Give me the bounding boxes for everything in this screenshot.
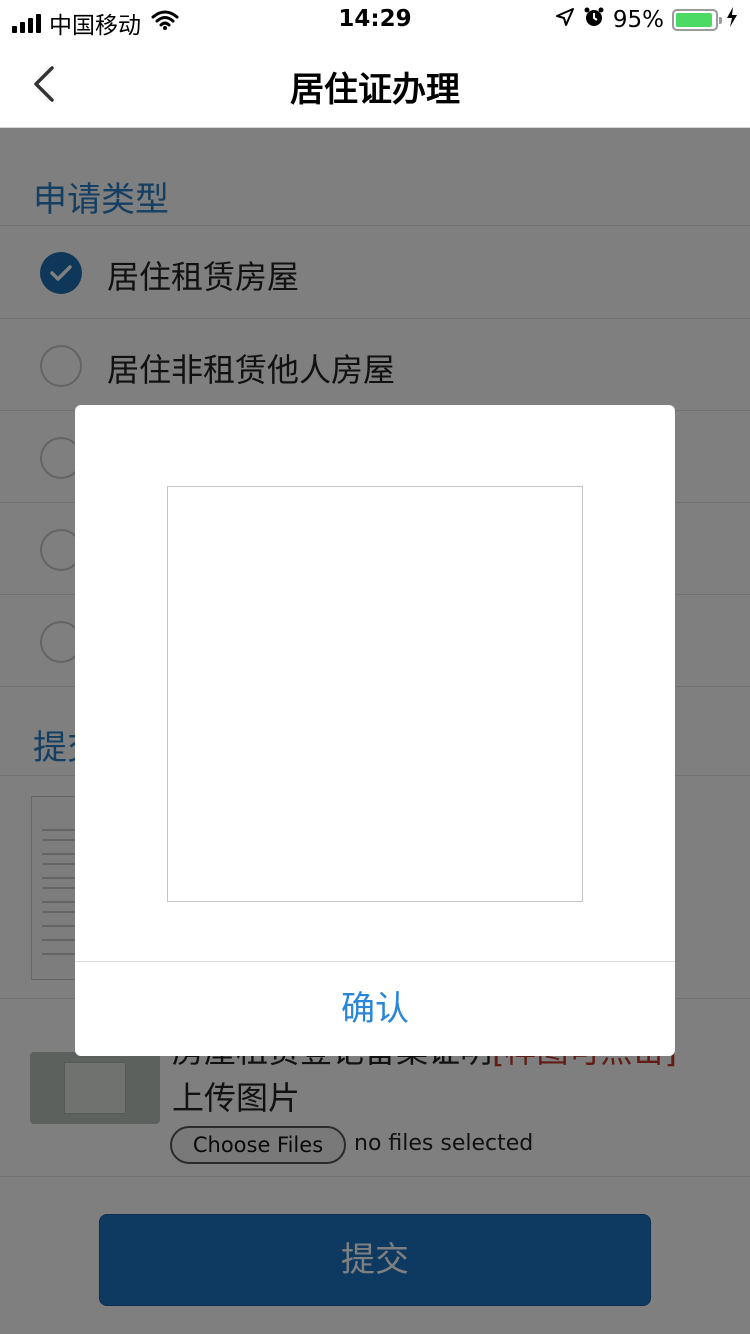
- charging-icon: [726, 7, 738, 33]
- battery-icon: [672, 9, 722, 31]
- battery-percent: 95%: [612, 7, 664, 33]
- status-bar: 中国移动 14:29 95%: [0, 0, 750, 40]
- confirm-button[interactable]: 确认: [75, 962, 675, 1056]
- alarm-icon: [583, 6, 605, 34]
- image-preview-dialog: 确认: [75, 405, 675, 1056]
- preview-image: [167, 486, 583, 902]
- status-bar-right: 95%: [555, 6, 738, 34]
- battery-fill: [676, 13, 713, 27]
- nav-bar: 居住证办理: [0, 40, 750, 128]
- page-title: 居住证办理: [290, 70, 460, 110]
- location-icon: [555, 7, 575, 33]
